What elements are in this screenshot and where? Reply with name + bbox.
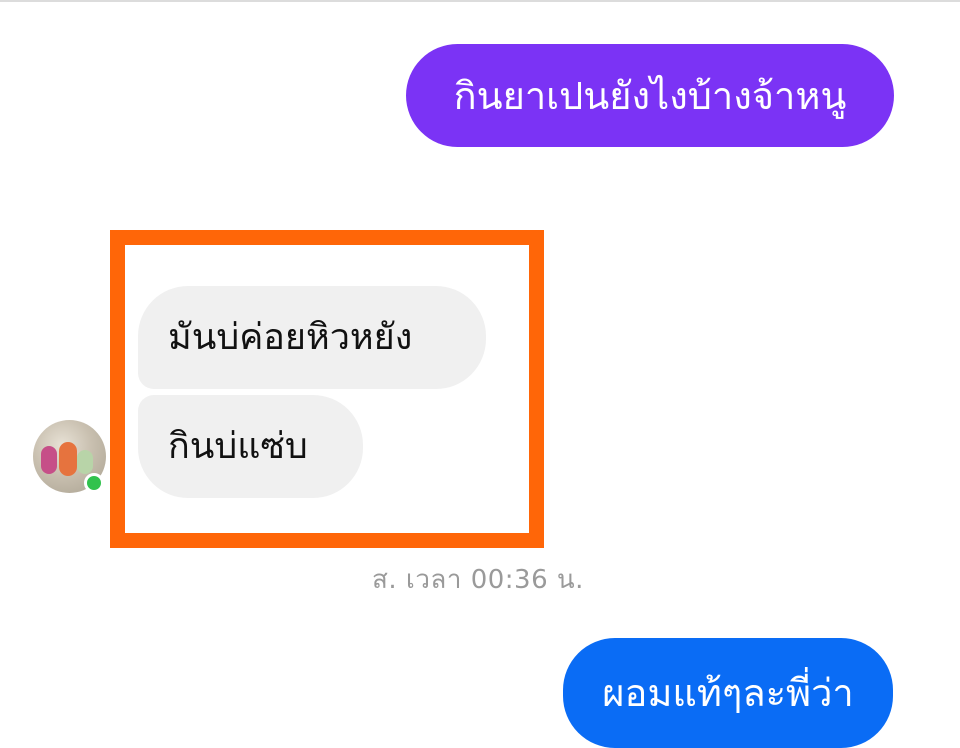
top-divider [0, 0, 960, 2]
online-status-icon [84, 473, 104, 493]
contact-avatar[interactable] [33, 420, 106, 493]
message-incoming-2[interactable]: กินบ่แซ่บ [138, 395, 363, 498]
message-incoming-2-text: กินบ่แซ่บ [168, 425, 308, 467]
message-outgoing-2[interactable]: ผอมแท้ๆละพี่ว่า [563, 638, 893, 748]
message-timestamp: ส. เวลา 00:36 น. [0, 559, 960, 600]
message-outgoing-1-text: กินยาเปนยังไงบ้างจ้าหนู [453, 73, 847, 118]
timestamp-text: ส. เวลา 00:36 น. [372, 565, 584, 595]
message-outgoing-2-text: ผอมแท้ๆละพี่ว่า [602, 671, 854, 715]
message-outgoing-1[interactable]: กินยาเปนยังไงบ้างจ้าหนู [406, 44, 894, 147]
message-incoming-1[interactable]: มันบ่ค่อยหิวหยัง [138, 286, 486, 389]
message-incoming-1-text: มันบ่ค่อยหิวหยัง [168, 316, 413, 358]
highlight-frame [110, 230, 544, 548]
